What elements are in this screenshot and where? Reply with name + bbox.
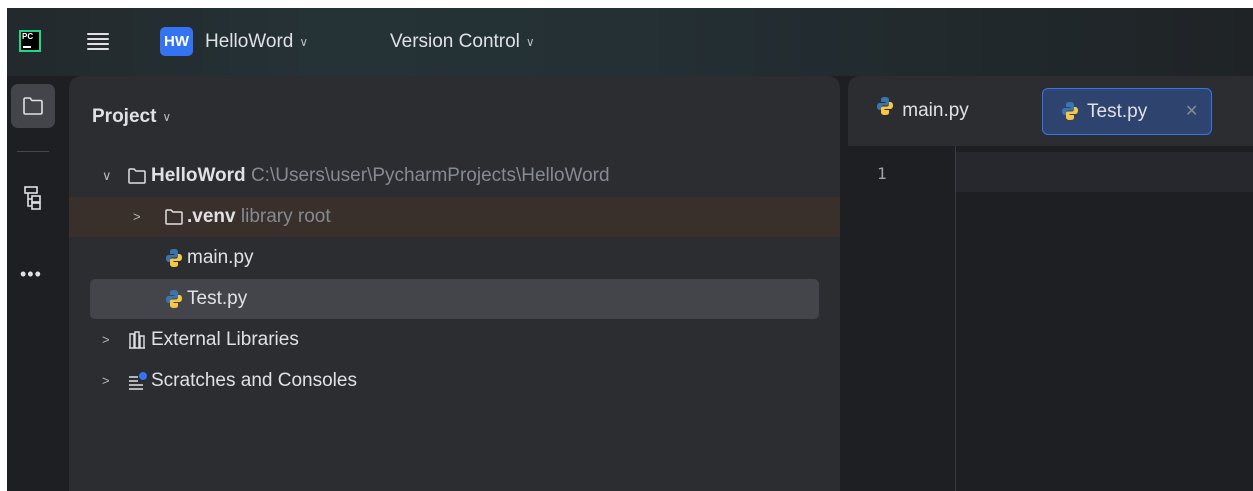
editor-gutter [848,146,956,491]
external-libraries-label: External Libraries [151,329,299,350]
tree-row-main-py[interactable]: main.py [69,238,840,278]
ide-window: PC HW HelloWord ∨ Version Control ∨ ••• … [7,8,1253,491]
chevron-right-icon[interactable]: > [102,361,110,401]
project-panel-title[interactable]: Project ∨ [92,106,171,128]
tree-row-scratches[interactable]: > Scratches and Consoles [69,361,840,401]
project-tool-button[interactable] [11,84,55,128]
python-file-icon [1060,89,1080,151]
version-control-menu[interactable]: Version Control ∨ [390,28,535,56]
tree-row-external-libraries[interactable]: > External Libraries [69,320,840,360]
tab-test-py[interactable]: Test.py ✕ [1042,88,1212,135]
root-folder-path: C:\Users\user\PycharmProjects\HelloWord [250,165,610,186]
chevron-down-icon[interactable]: ∨ [102,156,112,196]
editor-area: main.py Test.py ✕ 1 [848,76,1253,491]
current-line-highlight [956,152,1253,192]
editor-tab-bar: main.py Test.py ✕ [848,76,1253,146]
file-name-test-py: Test.py [187,288,248,309]
tab-test-py-label: Test.py [1087,101,1148,122]
title-bar: PC HW HelloWord ∨ Version Control ∨ [7,8,1253,76]
python-file-icon [875,88,897,133]
project-selector[interactable]: HelloWord ∨ [205,28,308,56]
tab-main-py-label: main.py [902,100,969,121]
tree-row-root[interactable]: ∨ HelloWord C:\Users\user\PycharmProject… [69,156,840,196]
scratches-label: Scratches and Consoles [151,370,357,391]
chevron-right-icon[interactable]: > [133,197,141,237]
more-tools-button[interactable]: ••• [20,264,42,285]
tree-row-test-py[interactable]: Test.py [90,279,819,319]
file-name-main-py: main.py [187,247,254,268]
close-icon[interactable]: ✕ [1185,89,1198,134]
version-control-label: Version Control [390,31,520,53]
root-folder-name: HelloWord [151,165,246,186]
structure-icon [24,186,41,210]
venv-hint: library root [240,206,331,227]
project-selector-label: HelloWord [205,31,294,53]
project-badge[interactable]: HW [160,27,193,56]
line-number: 1 [877,164,887,183]
venv-folder-name: .venv [187,206,236,227]
main-menu-icon[interactable] [87,30,109,52]
tab-main-py[interactable]: main.py [875,88,969,133]
pycharm-logo-icon[interactable]: PC [19,30,41,52]
tool-window-strip: ••• [7,76,67,491]
pycharm-logo-text: PC [21,32,39,50]
scratches-icon [127,361,149,416]
toolstrip-divider [17,151,49,152]
chevron-right-icon[interactable]: > [102,320,110,360]
chevron-down-icon: ∨ [525,35,535,49]
project-panel: Project ∨ ∨ HelloWord C:\Users\user\Pycha… [69,76,840,491]
tree-row-venv[interactable]: > .venv library root [69,197,840,237]
project-panel-title-label: Project [92,106,157,127]
folder-icon [23,97,43,115]
chevron-down-icon: ∨ [299,35,309,49]
structure-tool-button[interactable] [24,186,42,215]
chevron-down-icon: ∨ [162,109,172,124]
